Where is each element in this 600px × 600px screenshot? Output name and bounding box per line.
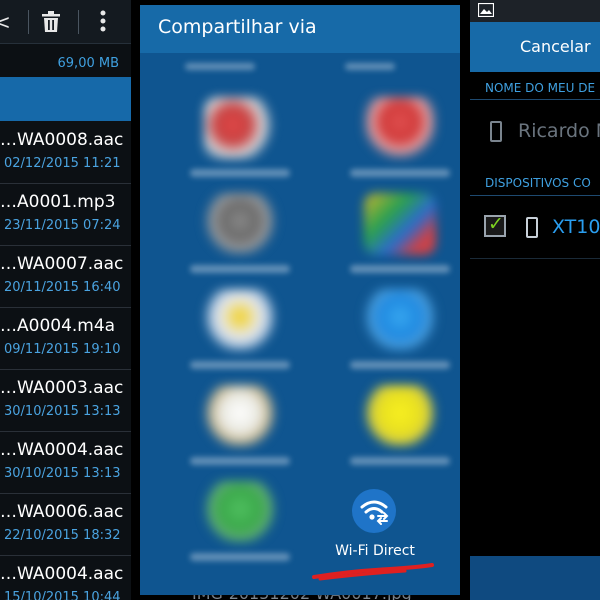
file-date: 02/12/2015 11:21 — [4, 156, 121, 171]
share-icon[interactable]: < — [0, 10, 11, 34]
file-name: …WA0008.aac — [0, 130, 124, 150]
file-name: …WA0004.aac — [0, 440, 124, 460]
blurred-app-label — [350, 265, 450, 273]
share-app-option[interactable] — [340, 193, 460, 293]
phone-icon — [526, 217, 538, 238]
file-name: …WA0004.aac — [0, 564, 124, 584]
more-vert-icon[interactable] — [98, 10, 108, 37]
dialog-title: Compartilhar via — [158, 16, 317, 38]
share-dialog: Compartilhar via Wi-Fi Direct — [140, 5, 460, 595]
file-date: 30/10/2015 13:13 — [4, 404, 121, 419]
blurred-app-label — [190, 169, 290, 177]
cancel-button[interactable]: Cancelar — [520, 37, 591, 56]
share-app-option[interactable] — [340, 97, 460, 197]
total-size: 69,00 MB — [57, 56, 119, 71]
file-date: 30/10/2015 13:13 — [4, 466, 121, 481]
share-app-option[interactable] — [180, 481, 300, 581]
trash-icon[interactable] — [40, 10, 62, 38]
blurred-app-label — [190, 553, 290, 561]
file-date: 15/10/2015 10:44 — [4, 590, 121, 600]
file-name: …A0004.m4a — [0, 316, 116, 336]
file-item[interactable]: …WA0006.aac 22/10/2015 18:32 — [0, 494, 131, 556]
file-item[interactable]: …WA0004.aac 15/10/2015 10:44 — [0, 556, 131, 600]
share-app-option[interactable] — [180, 289, 300, 389]
my-device-name[interactable]: Ricardo M — [518, 120, 600, 142]
blurred-app-icon — [204, 385, 276, 447]
device-checkbox[interactable]: ✓ — [484, 213, 506, 237]
blurred-app-icon — [204, 289, 276, 351]
file-toolbar: < — [0, 0, 131, 44]
blurred-app-label — [350, 169, 450, 177]
file-date: 09/11/2015 19:10 — [4, 342, 121, 357]
blurred-app-icon — [204, 97, 276, 159]
share-app-option[interactable] — [340, 289, 460, 389]
selection-header — [0, 77, 131, 121]
blurred-app-label — [185, 63, 255, 70]
share-app-option[interactable] — [180, 385, 300, 485]
file-name: …WA0007.aac — [0, 254, 124, 274]
size-summary: 69,00 MB — [0, 46, 131, 76]
share-app-option[interactable] — [180, 193, 300, 293]
blurred-app-icon — [364, 193, 436, 255]
file-date: 23/11/2015 07:24 — [4, 218, 121, 233]
blurred-app-label — [190, 265, 290, 273]
file-date: 22/10/2015 18:32 — [4, 528, 121, 543]
found-device-name[interactable]: XT10 — [552, 216, 600, 238]
bottom-action-bar — [470, 556, 600, 600]
blurred-app-icon — [364, 385, 436, 447]
red-highlight-scribble — [312, 563, 434, 581]
file-date: 20/11/2015 16:40 — [4, 280, 121, 295]
file-name: …WA0006.aac — [0, 502, 124, 522]
gallery-icon — [478, 3, 494, 17]
blurred-app-label — [190, 457, 290, 465]
wifi-direct-panel: Cancelar NOME DO MEU DE Ricardo M DISPOS… — [470, 0, 600, 600]
file-list-panel: < 69,00 MB …WA0008.aac 02/12/2015 11:21 — [0, 0, 131, 600]
wifi-direct-icon — [352, 489, 396, 533]
section-header-my-device: NOME DO MEU DE — [485, 81, 596, 95]
file-name: …A0001.mp3 — [0, 192, 116, 212]
phone-icon — [490, 121, 502, 142]
share-app-option[interactable] — [180, 97, 300, 197]
blurred-app-icon — [364, 289, 436, 351]
status-bar — [470, 0, 600, 22]
blurred-app-label — [350, 361, 450, 369]
file-item[interactable]: …A0001.mp3 23/11/2015 07:24 — [0, 184, 131, 246]
blurred-app-label — [345, 63, 395, 70]
toolbar-divider — [78, 10, 79, 34]
blurred-app-label — [190, 361, 290, 369]
section-divider — [470, 195, 600, 196]
file-item[interactable]: …WA0003.aac 30/10/2015 13:13 — [0, 370, 131, 432]
action-bar: Cancelar — [470, 22, 600, 72]
blurred-app-icon — [204, 193, 276, 255]
dialog-header: Compartilhar via — [140, 5, 460, 53]
blurred-app-icon — [364, 97, 436, 159]
section-header-devices: DISPOSITIVOS CO — [485, 176, 591, 190]
file-item[interactable]: …WA0004.aac 30/10/2015 13:13 — [0, 432, 131, 494]
file-name: …WA0003.aac — [0, 378, 124, 398]
section-divider — [470, 99, 600, 100]
list-divider — [470, 258, 600, 259]
file-item[interactable]: …A0004.m4a 09/11/2015 19:10 — [0, 308, 131, 370]
check-icon: ✓ — [488, 213, 504, 235]
share-app-option[interactable] — [340, 385, 460, 485]
blurred-app-icon — [204, 481, 276, 543]
blurred-app-label — [350, 457, 450, 465]
file-item[interactable]: …WA0008.aac 02/12/2015 11:21 — [0, 122, 131, 184]
toolbar-divider — [28, 10, 29, 34]
file-item[interactable]: …WA0007.aac 20/11/2015 16:40 — [0, 246, 131, 308]
